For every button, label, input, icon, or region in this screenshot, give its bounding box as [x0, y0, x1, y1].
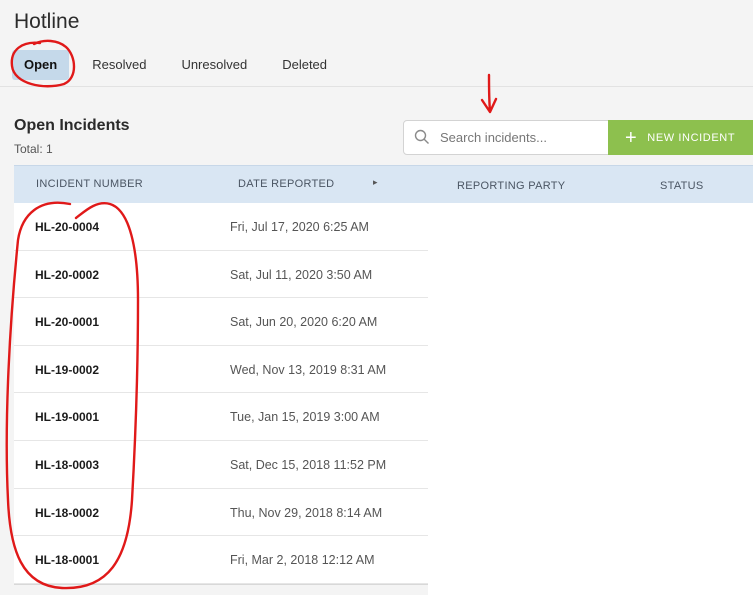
tab-resolved[interactable]: Resolved: [80, 50, 158, 80]
table-row[interactable]: HL-18-0003 Sat, Dec 15, 2018 11:52 PM: [14, 441, 428, 489]
table-row[interactable]: HL-19-0002 Wed, Nov 13, 2019 8:31 AM: [14, 346, 428, 394]
date-reported: Sat, Jul 11, 2020 3:50 AM: [230, 267, 373, 282]
incidents-table: INCIDENT NUMBER DATE REPORTED ▸ HL-20-00…: [14, 165, 428, 585]
tab-open[interactable]: Open: [12, 50, 70, 80]
incident-number[interactable]: HL-20-0004: [35, 220, 99, 234]
incident-number[interactable]: HL-19-0001: [35, 410, 99, 424]
incident-number[interactable]: HL-18-0001: [35, 553, 99, 567]
header-reporting-party[interactable]: REPORTING PARTY: [457, 180, 565, 192]
table-row[interactable]: HL-20-0002 Sat, Jul 11, 2020 3:50 AM: [14, 251, 428, 299]
table-row[interactable]: HL-20-0004 Fri, Jul 17, 2020 6:25 AM: [14, 203, 428, 251]
header-status[interactable]: STATUS: [660, 180, 704, 192]
table-row[interactable]: HL-18-0001 Fri, Mar 2, 2018 12:12 AM: [14, 536, 428, 584]
table-header-right: REPORTING PARTY STATUS: [428, 165, 753, 203]
tabs-divider: [0, 86, 753, 87]
date-reported: Fri, Mar 2, 2018 12:12 AM: [230, 553, 375, 568]
tab-unresolved[interactable]: Unresolved: [169, 50, 259, 80]
table-row[interactable]: HL-20-0001 Sat, Jun 20, 2020 6:20 AM: [14, 298, 428, 346]
chevron-right-icon[interactable]: ▸: [373, 177, 378, 188]
search-input[interactable]: [440, 130, 600, 145]
plus-icon: +: [625, 126, 638, 149]
incident-number[interactable]: HL-20-0002: [35, 268, 99, 282]
section-title: Open Incidents: [14, 117, 130, 134]
tab-bar: Open Resolved Unresolved Deleted: [12, 50, 350, 80]
incident-number[interactable]: HL-18-0002: [35, 506, 99, 520]
date-reported: Fri, Jul 17, 2020 6:25 AM: [230, 220, 369, 234]
date-reported: Thu, Nov 29, 2018 8:14 AM: [230, 505, 383, 520]
incident-number[interactable]: HL-19-0002: [35, 363, 99, 377]
new-incident-button[interactable]: + NEW INCIDENT: [608, 120, 753, 155]
total-count: Total: 1: [14, 142, 53, 156]
date-reported: Sat, Dec 15, 2018 11:52 PM: [230, 458, 387, 472]
tab-deleted[interactable]: Deleted: [270, 50, 339, 80]
date-reported: Sat, Jun 20, 2020 6:20 AM: [230, 315, 378, 330]
incidents-table-right: REPORTING PARTY STATUS: [428, 165, 753, 595]
incident-number[interactable]: HL-20-0001: [35, 315, 99, 329]
table-row[interactable]: HL-18-0002 Thu, Nov 29, 2018 8:14 AM: [14, 489, 428, 537]
date-reported: Wed, Nov 13, 2019 8:31 AM: [230, 362, 387, 377]
header-incident-number[interactable]: INCIDENT NUMBER: [36, 178, 143, 190]
table-row[interactable]: HL-19-0001 Tue, Jan 15, 2019 3:00 AM: [14, 393, 428, 441]
page-title: Hotline: [14, 10, 80, 33]
search-box[interactable]: [403, 120, 609, 155]
new-incident-label: NEW INCIDENT: [647, 131, 736, 144]
table-header: INCIDENT NUMBER DATE REPORTED ▸: [14, 165, 428, 203]
header-date-reported[interactable]: DATE REPORTED: [238, 178, 334, 190]
date-reported: Tue, Jan 15, 2019 3:00 AM: [230, 410, 380, 425]
incident-number[interactable]: HL-18-0003: [35, 458, 99, 472]
search-icon: [404, 120, 434, 155]
annotation-arrow: [480, 73, 498, 114]
